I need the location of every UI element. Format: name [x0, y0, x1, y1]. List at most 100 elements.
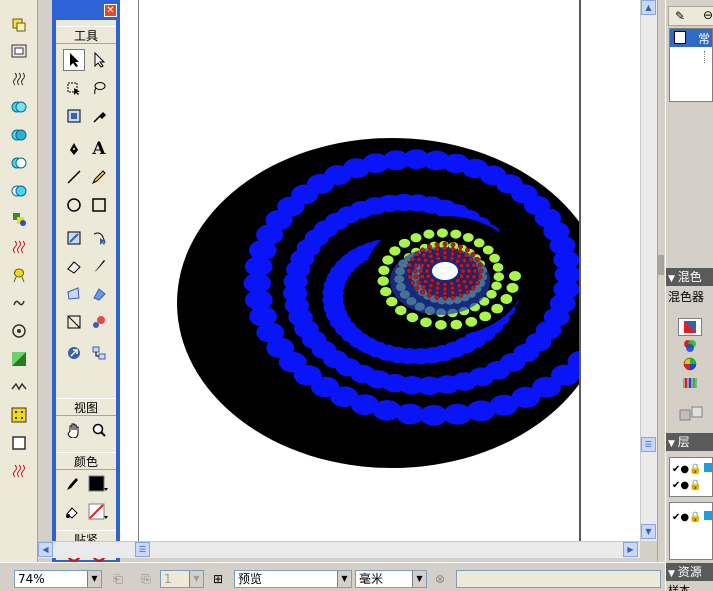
inner-spiral-dot — [462, 233, 474, 242]
effect-gradient-icon[interactable] — [8, 348, 30, 370]
crop-tool-icon[interactable] — [63, 311, 85, 333]
effect-frame-icon[interactable] — [8, 40, 30, 62]
page-combo[interactable]: 1 ▼ — [160, 570, 204, 588]
edit-pencil-icon[interactable]: ✎ — [675, 9, 685, 23]
paint-bucket-tool-icon[interactable] — [88, 283, 110, 305]
transform-tool-icon[interactable] — [63, 227, 85, 249]
connector-tool-icon[interactable] — [88, 342, 110, 364]
rgb-swatch-icon[interactable] — [682, 338, 698, 357]
effects-toolbar — [0, 0, 38, 562]
scene-item-label: 常 — [698, 32, 711, 46]
pencil-tool-icon[interactable] — [88, 166, 110, 188]
layer-row[interactable]: ✔●🔒 — [672, 511, 712, 523]
inner-spiral-dot — [398, 238, 411, 248]
splitter-handle[interactable] — [658, 255, 664, 275]
link-tool-icon[interactable] — [63, 342, 85, 364]
scroll-right-button[interactable]: ▶ — [623, 542, 638, 557]
inner-spiral-dot — [423, 229, 435, 239]
unit-combo[interactable]: 毫米 ▼ — [355, 570, 427, 588]
hscroll-thumb[interactable]: ☰ — [135, 542, 150, 557]
zoom-value: 74% — [18, 572, 45, 586]
effect-zigzag-icon[interactable] — [8, 376, 30, 398]
core-red-dot — [471, 262, 477, 268]
pen-tool-icon[interactable] — [63, 138, 85, 160]
scroll-left-button[interactable]: ◀ — [38, 542, 53, 557]
brush-tool-icon[interactable] — [88, 255, 110, 277]
panel-splitter[interactable] — [657, 0, 665, 562]
rectangle-tool-icon[interactable] — [88, 194, 110, 216]
color-wheel-icon[interactable] — [682, 356, 698, 375]
ink-bottle-tool-icon[interactable] — [63, 283, 85, 305]
effect-red-stripes-icon[interactable] — [8, 460, 30, 482]
zoom-tool-icon[interactable] — [88, 419, 110, 441]
zoom-combo[interactable]: 74% ▼ — [14, 570, 102, 588]
layer-row[interactable]: ✔●🔒 — [672, 480, 702, 491]
color-picker-tool-icon[interactable] — [88, 311, 110, 333]
preview-combo[interactable]: 预览 ▼ — [234, 570, 352, 588]
core-red-dot — [465, 274, 471, 279]
add-page-icon[interactable]: ⊞ — [210, 570, 226, 588]
effect-knot-icon[interactable] — [8, 264, 30, 286]
fill-transform-tool-icon[interactable] — [63, 105, 85, 127]
core-red-dot — [470, 251, 476, 257]
horizontal-scrollbar[interactable]: ◀ ☰ ▶ — [38, 541, 640, 558]
bitmap-fill-icon[interactable] — [682, 375, 698, 394]
tools-close-button[interactable]: ✕ — [104, 4, 117, 17]
effect-multicolor-icon[interactable] — [8, 208, 30, 230]
effect-swirl-icon[interactable] — [8, 292, 30, 314]
effect-red-wave-icon[interactable] — [8, 236, 30, 258]
effect-circle-teal-icon[interactable] — [8, 124, 30, 146]
first-page-icon[interactable]: ⎗ — [110, 570, 126, 588]
free-transform-tool-icon[interactable] — [63, 77, 85, 99]
assets-tab-label[interactable]: 样本 — [668, 582, 690, 591]
arrow-tool-icon[interactable] — [63, 49, 85, 71]
view-section-header: 视图 — [56, 398, 116, 416]
core-red-dot — [435, 251, 440, 257]
fill-style-icon[interactable] — [678, 318, 702, 336]
hand-tool-icon[interactable] — [63, 419, 85, 441]
assets-panel-title[interactable]: ▼ 资源 — [666, 563, 713, 581]
subselect-tool-icon[interactable] — [88, 49, 110, 71]
effect-dotted-icon[interactable] — [8, 404, 30, 426]
vertical-scrollbar[interactable]: ▲ ☰ ▼ — [640, 0, 657, 541]
effect-shape-icon[interactable] — [8, 14, 30, 36]
core-red-dot — [425, 263, 431, 269]
effect-circle-outline-icon[interactable] — [8, 152, 30, 174]
lasso-transform-tool-icon[interactable] — [88, 227, 110, 249]
oval-tool-icon[interactable] — [63, 194, 85, 216]
core-red-dot — [471, 274, 477, 280]
effect-square-icon[interactable] — [8, 432, 30, 454]
scroll-thumb[interactable]: ☰ — [641, 437, 656, 452]
effect-circle-pair-icon[interactable] — [8, 180, 30, 202]
effect-circle-cyan-icon[interactable] — [8, 96, 30, 118]
core-red-dot — [442, 241, 448, 247]
core-red-dot — [461, 257, 467, 263]
mixer-tab-label[interactable]: 混色器 — [668, 288, 704, 305]
lasso-tool-icon[interactable] — [88, 77, 110, 99]
layer-row[interactable]: ✔●🔒 — [672, 463, 712, 475]
effect-wave-icon[interactable] — [8, 68, 30, 90]
text-tool-icon[interactable]: A — [88, 138, 110, 160]
layer-panel-title[interactable]: ▼ 层 — [666, 433, 713, 451]
fill-color-swatch[interactable] — [86, 501, 110, 523]
scroll-up-button[interactable]: ▲ — [641, 0, 656, 15]
tools-panel-body: 工具 A 视图 颜色 贴紧 — [56, 20, 116, 563]
core-red-dot — [428, 253, 434, 259]
line-tool-icon[interactable] — [63, 166, 85, 188]
inner-spiral-dot — [450, 229, 462, 239]
spiral-disc-artwork[interactable] — [120, 0, 640, 541]
stroke-color-swatch[interactable] — [86, 473, 110, 495]
scroll-down-button[interactable]: ▼ — [641, 524, 656, 539]
swap-colors-icon[interactable] — [678, 405, 706, 421]
status-bar: 74% ▼ ⎗ ⎘ 1 ▼ ⊞ 预览 ▼ 毫米 ▼ ⊗ — [0, 562, 665, 591]
cancel-icon[interactable]: ⊗ — [432, 570, 448, 588]
core-red-dot — [464, 289, 470, 295]
prev-page-icon[interactable]: ⎘ — [138, 570, 154, 588]
inner-spiral-dot — [473, 238, 485, 248]
effect-target-icon[interactable] — [8, 320, 30, 342]
eyedropper-tool-icon[interactable] — [88, 105, 110, 127]
scene-icon[interactable]: ⊖ — [703, 8, 713, 22]
scene-list-item[interactable]: 常 — [670, 29, 712, 47]
mixer-panel-title[interactable]: ▼ 混色 — [666, 268, 713, 286]
eraser-tool-icon[interactable] — [63, 255, 85, 277]
